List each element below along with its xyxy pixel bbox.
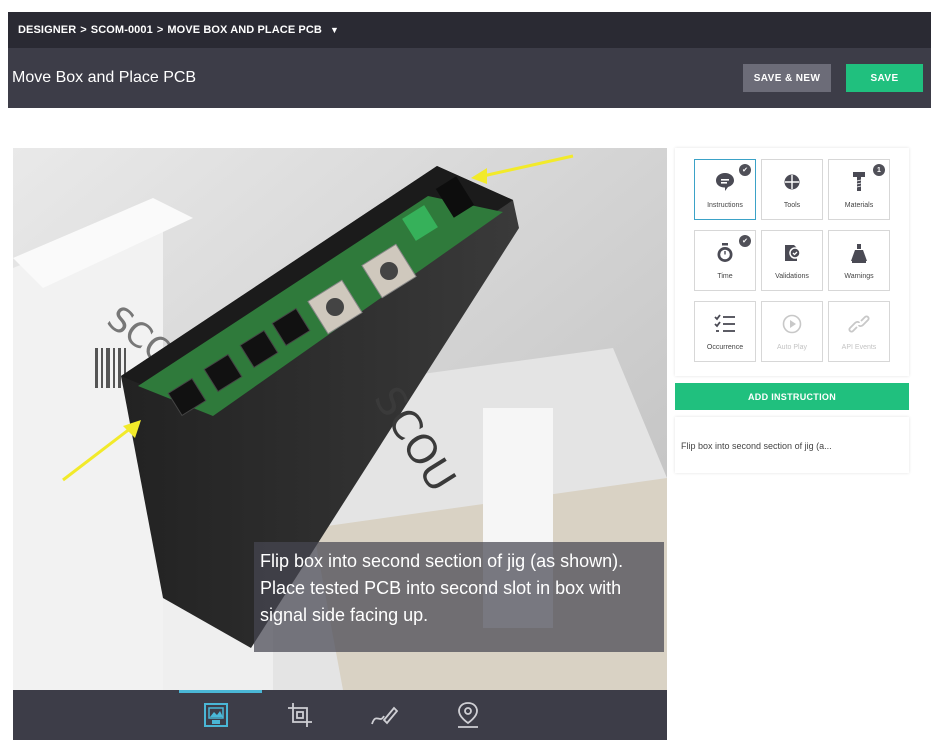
breadcrumb-designer[interactable]: DESIGNER bbox=[18, 24, 76, 36]
check-badge-icon: ✔ bbox=[739, 235, 751, 247]
crosshair-icon bbox=[783, 170, 801, 194]
tile-label: API Events bbox=[841, 344, 877, 351]
breadcrumb: DESIGNER > SCOM-0001 > MOVE BOX AND PLAC… bbox=[18, 24, 339, 36]
breadcrumb-scom[interactable]: SCOM-0001 bbox=[91, 24, 153, 36]
check-badge-icon: ✔ bbox=[739, 164, 751, 176]
tile-label: Warnings bbox=[844, 273, 874, 280]
tile-validations[interactable]: Validations bbox=[761, 230, 823, 291]
caret-down-icon[interactable]: ▼ bbox=[330, 25, 339, 35]
image-edit-icon[interactable] bbox=[202, 700, 230, 730]
tile-label: Time bbox=[717, 273, 733, 280]
tile-label: Tools bbox=[783, 202, 801, 209]
tile-label: Auto Play bbox=[777, 344, 807, 351]
page-title: Move Box and Place PCB bbox=[12, 69, 197, 86]
breadcrumb-separator: > bbox=[156, 24, 164, 36]
tile-time[interactable]: Time ✔ bbox=[694, 230, 756, 291]
tile-auto-play: Auto Play bbox=[761, 301, 823, 362]
draw-icon[interactable] bbox=[370, 700, 398, 730]
tile-label: Materials bbox=[844, 202, 874, 209]
step-options-panel: Instructions ✔ Tools Materials 1 Time ✔ … bbox=[675, 148, 909, 376]
location-pin-icon[interactable] bbox=[454, 700, 482, 730]
validation-icon bbox=[782, 241, 802, 265]
tile-occurrence[interactable]: Occurrence bbox=[694, 301, 756, 362]
tile-api-events: API Events bbox=[828, 301, 890, 362]
play-icon bbox=[782, 312, 802, 336]
tile-instructions[interactable]: Instructions ✔ bbox=[694, 159, 756, 220]
count-badge: 1 bbox=[873, 164, 885, 176]
instruction-caption: Flip box into second section of jig (as … bbox=[254, 542, 664, 652]
screw-icon bbox=[852, 170, 866, 194]
speech-bubble-icon bbox=[715, 170, 735, 194]
tile-label: Occurrence bbox=[706, 344, 744, 351]
tile-materials[interactable]: Materials 1 bbox=[828, 159, 890, 220]
tile-warnings[interactable]: Warnings bbox=[828, 230, 890, 291]
instruction-list-item[interactable]: Flip box into second section of jig (a..… bbox=[675, 417, 909, 473]
save-and-new-button[interactable]: SAVE & NEW bbox=[743, 64, 831, 92]
warning-flask-icon bbox=[850, 241, 868, 265]
breadcrumb-separator: > bbox=[80, 24, 87, 36]
title-bar: Move Box and Place PCB SAVE & NEW SAVE bbox=[8, 48, 931, 108]
link-icon bbox=[847, 312, 871, 336]
breadcrumb-current[interactable]: MOVE BOX AND PLACE PCB bbox=[167, 24, 322, 36]
step-image[interactable]: SCOM SCOU Flip box into second section o… bbox=[13, 148, 667, 690]
image-toolbar bbox=[13, 690, 667, 740]
save-button[interactable]: SAVE bbox=[846, 64, 923, 92]
tile-label: Instructions bbox=[707, 202, 743, 209]
stopwatch-icon bbox=[716, 241, 734, 265]
checklist-icon bbox=[714, 312, 736, 336]
tile-label: Validations bbox=[775, 273, 809, 280]
tile-tools[interactable]: Tools bbox=[761, 159, 823, 220]
crop-icon[interactable] bbox=[286, 700, 314, 730]
breadcrumb-bar: DESIGNER > SCOM-0001 > MOVE BOX AND PLAC… bbox=[8, 12, 931, 48]
active-tab-indicator bbox=[179, 690, 262, 693]
add-instruction-button[interactable]: ADD INSTRUCTION bbox=[675, 383, 909, 410]
